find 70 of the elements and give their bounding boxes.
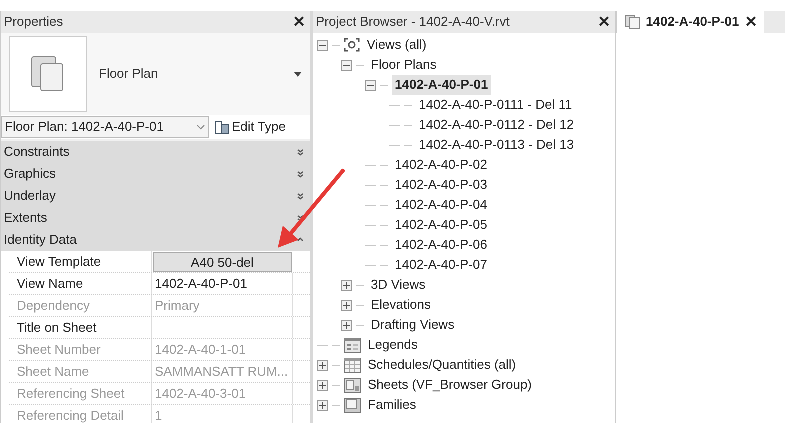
property-label: Sheet Name [9,361,152,382]
expand-toggle[interactable] [341,280,352,290]
chevron-down-icon [197,124,205,130]
tree-item[interactable]: Views (all) [364,35,430,55]
tree-item[interactable]: Sheets (VF_Browser Group) [365,375,536,395]
tree-item[interactable]: 1402-A-40-P-03 [392,175,490,195]
tree-item[interactable]: 1402-A-40-P-01 [392,75,492,95]
collapse-toggle[interactable] [365,80,376,90]
tree-item[interactable]: 1402-A-40-P-07 [392,255,490,275]
tree-item[interactable]: Families [365,395,420,415]
tree-item[interactable]: Elevations [368,295,434,315]
tree-item[interactable]: 1402-A-40-P-0112 - Del 12 [416,115,578,135]
expand-toggle[interactable] [341,300,352,310]
close-button[interactable]: ✕ [598,14,611,30]
view-template-button[interactable]: A40 50-del [153,252,292,272]
view-frame-icon [344,38,360,52]
schedule-icon [344,358,361,372]
type-name[interactable]: Floor Plan [99,64,294,84]
property-label: View Name [9,273,152,294]
property-label: View Template [9,251,152,272]
tree-item[interactable]: 1402-A-40-P-05 [392,215,490,235]
tree-item[interactable]: 1402-A-40-P-04 [392,195,490,215]
panel-title: Properties [4,13,64,32]
section-header[interactable]: Graphics [1,163,310,185]
property-value[interactable]: 1402-A-40-P-01 [152,273,293,294]
sheet-icon [344,378,361,392]
close-button[interactable]: ✕ [293,14,306,30]
expand-toggle[interactable] [317,400,328,410]
edit-type-icon [215,120,229,134]
property-label: Referencing Detail [9,405,152,423]
floor-plan-icon [625,15,640,29]
property-value: 1 [152,405,293,423]
property-label: Dependency [9,295,152,316]
property-label: Title on Sheet [9,317,152,338]
property-value: Primary [152,295,293,316]
section-header[interactable]: Extents [1,207,310,229]
expand-icon [297,148,304,156]
section-header[interactable]: Underlay [1,185,310,207]
panel-title: Project Browser - 1402-A-40-V.rvt [316,13,510,32]
collapse-toggle[interactable] [317,40,328,50]
tree-item[interactable]: 1402-A-40-P-0113 - Del 13 [416,135,578,155]
expand-icon [297,214,304,222]
tree-item[interactable]: Drafting Views [368,315,458,335]
expand-toggle[interactable] [317,380,328,390]
collapse-toggle[interactable] [341,60,352,70]
tree-item[interactable]: 3D Views [368,275,429,295]
family-icon [344,398,361,412]
tree-item[interactable]: Legends [365,335,421,355]
floor-plan-icon [31,56,65,92]
tree-item[interactable]: Schedules/Quantities (all) [365,355,520,375]
property-value: SAMMANSATT RUM... [152,361,293,382]
view-tab[interactable]: 1402-A-40-P-01 ✕ [616,11,764,33]
edit-type-button[interactable]: Edit Type [215,117,286,137]
expand-icon [297,170,304,178]
tree-item[interactable]: 1402-A-40-P-0111 - Del 11 [416,95,576,115]
section-header[interactable]: Constraints [1,141,310,163]
tree-item[interactable]: 1402-A-40-P-06 [392,235,490,255]
property-value: 1402-A-40-1-01 [152,339,293,360]
dropdown-caret-icon[interactable] [294,72,302,76]
expand-toggle[interactable] [317,360,328,370]
close-button[interactable]: ✕ [745,14,758,30]
property-label: Referencing Sheet [9,383,152,404]
expand-toggle[interactable] [341,320,352,330]
tree-item[interactable]: Floor Plans [368,55,440,75]
property-label: Sheet Number [9,339,152,360]
expand-icon [297,192,304,200]
property-value: 1402-A-40-3-01 [152,383,293,404]
tree-item[interactable]: 1402-A-40-P-02 [392,155,490,175]
instance-dropdown[interactable]: Floor Plan: 1402-A-40-P-01 [1,116,209,138]
legend-icon [344,338,361,352]
